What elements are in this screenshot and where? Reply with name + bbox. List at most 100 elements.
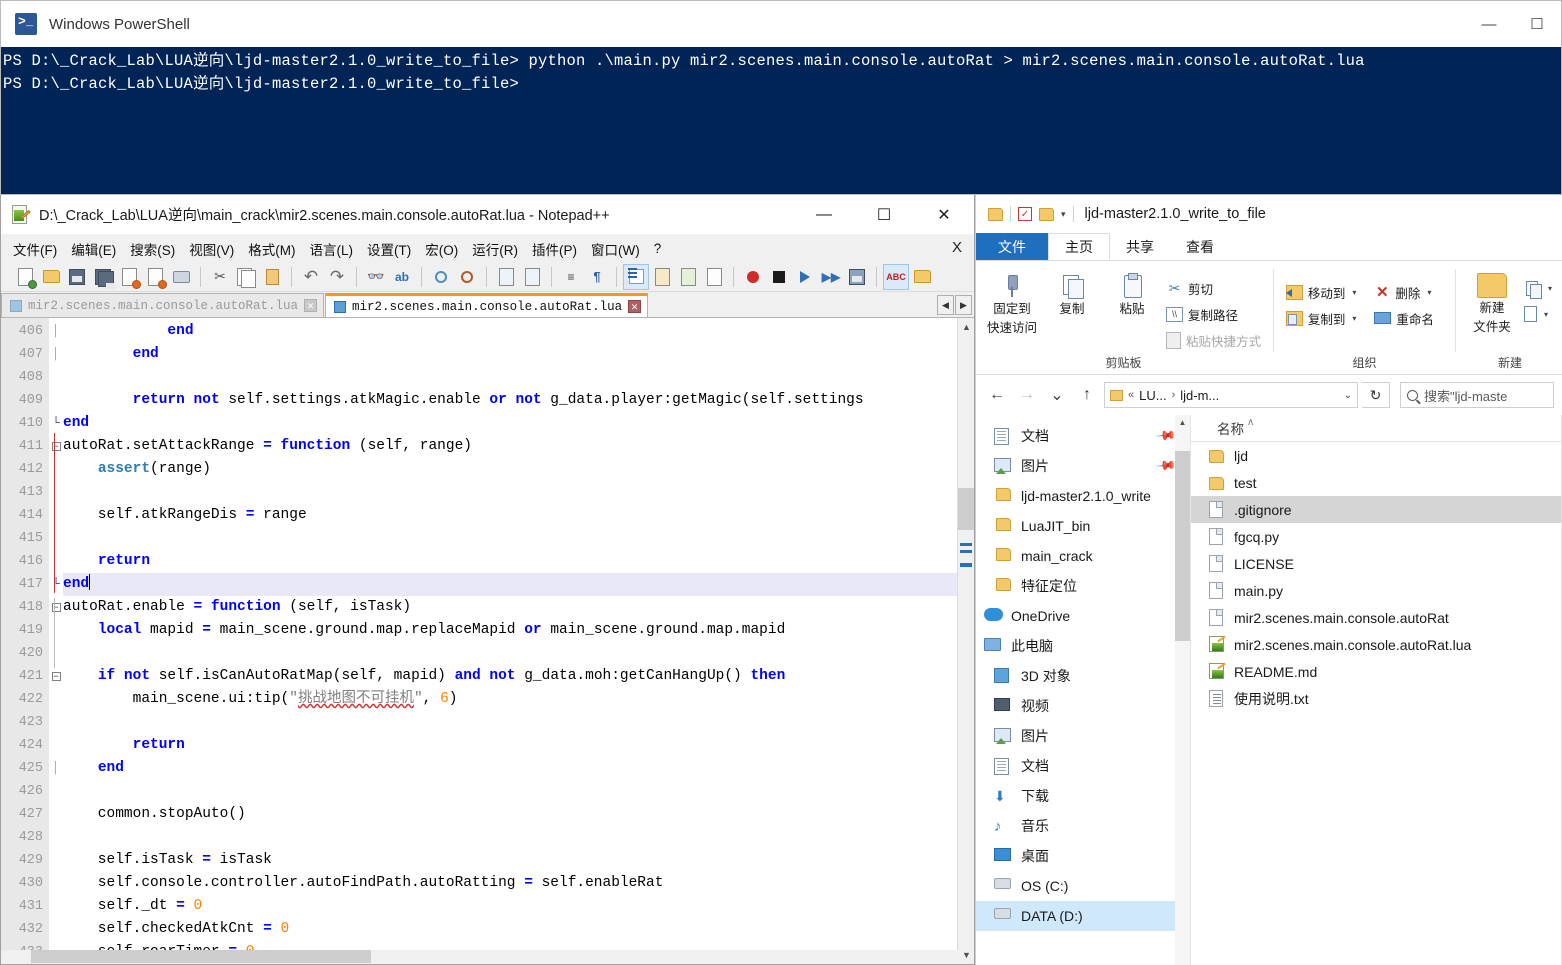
minimize-button[interactable]: — [1465, 1, 1513, 47]
ribbon-tab-0[interactable]: 文件 [976, 233, 1048, 260]
code-line[interactable] [63, 780, 974, 803]
file-row[interactable]: 使用说明.txt [1191, 685, 1562, 712]
recent-locations-button[interactable]: ⌄ [1044, 382, 1070, 408]
menu-item-3[interactable]: 视图(V) [182, 236, 241, 262]
sync-vertical-icon[interactable] [494, 265, 518, 289]
code-line[interactable]: self.isTask = isTask [63, 849, 974, 872]
nav-item-5[interactable]: 特征定位 [976, 571, 1190, 601]
menu-item-0[interactable]: 文件(F) [6, 236, 64, 262]
nav-item-8[interactable]: 3D 对象 [976, 661, 1190, 691]
copy-icon[interactable] [234, 265, 258, 289]
chevron-down-icon[interactable]: ▾ [1352, 314, 1356, 323]
nav-item-12[interactable]: ⬇ 下载 [976, 781, 1190, 811]
nav-item-14[interactable]: 桌面 [976, 841, 1190, 871]
copy-to-button[interactable]: 复制到 ▾ [1282, 305, 1361, 331]
record-macro-icon[interactable] [741, 265, 765, 289]
save-icon[interactable] [65, 265, 89, 289]
code-line[interactable]: end [63, 343, 974, 366]
maximize-button[interactable]: ☐ [1513, 1, 1561, 47]
refresh-button[interactable]: ↻ [1362, 382, 1390, 408]
pin-to-quick-access-button[interactable]: 固定到 快速访问 [982, 269, 1042, 336]
nav-item-16[interactable]: DATA (D:) [976, 901, 1190, 931]
fold-line-marker[interactable]: │ [49, 757, 63, 780]
new-item-button[interactable]: ▾ [1520, 275, 1556, 301]
code-editor[interactable]: 406 407 408 409 410 411 412 413 414 415 416 417 418 4… [1, 318, 974, 963]
code-line[interactable]: self._dt = 0 [63, 895, 974, 918]
nav-item-3[interactable]: LuaJIT_bin [976, 511, 1190, 541]
file-list-header[interactable]: 名称 ∧ [1191, 415, 1562, 442]
code-line[interactable] [63, 711, 974, 734]
code-line[interactable]: autoRat.enable = function (self, isTask) [63, 596, 974, 619]
open-file-icon[interactable] [39, 265, 63, 289]
chevron-down-icon[interactable]: ▾ [1427, 288, 1431, 297]
replace-icon[interactable]: ab [390, 265, 414, 289]
code-line[interactable]: local mapid = main_scene.ground.map.repl… [63, 619, 974, 642]
vertical-scroll-thumb[interactable] [958, 488, 974, 530]
tab-scroll-right[interactable]: ▶ [955, 295, 972, 315]
sync-horizontal-icon[interactable] [520, 265, 544, 289]
find-icon[interactable]: 👓 [364, 265, 388, 289]
tab-scroll-left[interactable]: ◀ [937, 295, 954, 315]
editor-tab-1[interactable]: mir2.scenes.main.console.autoRat.lua ✕ [325, 293, 649, 317]
file-row[interactable]: main.py [1191, 577, 1562, 604]
menu-item-10[interactable]: 窗口(W) [584, 236, 647, 262]
chevron-down-icon[interactable]: ⌄ [1344, 390, 1352, 401]
nav-item-4[interactable]: main_crack [976, 541, 1190, 571]
breadcrumb-item-0[interactable]: LU... [1139, 388, 1166, 403]
code-line[interactable]: self.atkRangeDis = range [63, 504, 974, 527]
breadcrumb[interactable]: « LU... › ljd-m... ⌄ [1104, 382, 1358, 408]
function-list-icon[interactable] [702, 265, 726, 289]
file-row[interactable]: .gitignore [1191, 496, 1562, 523]
rename-button[interactable]: 重命名 [1370, 305, 1438, 331]
close-document-button[interactable]: X [952, 239, 962, 256]
file-list-pane[interactable]: 名称 ∧ ljd test .gitignore fgcq.py LICENSE main… [1191, 415, 1562, 965]
zoom-in-icon[interactable] [429, 265, 453, 289]
up-button[interactable]: ↑ [1074, 382, 1100, 408]
redo-icon[interactable]: ↷ [325, 265, 349, 289]
code-line[interactable] [63, 481, 974, 504]
nav-item-10[interactable]: 图片 [976, 721, 1190, 751]
word-wrap-icon[interactable]: ≡ [559, 265, 583, 289]
nav-item-11[interactable]: 文档 [976, 751, 1190, 781]
editor-vertical-scrollbar[interactable]: ▲ ▼ [957, 318, 974, 963]
menu-item-2[interactable]: 搜索(S) [123, 236, 182, 262]
code-line[interactable]: self.console.controller.autoFindPath.aut… [63, 872, 974, 895]
editor-horizontal-scrollbar[interactable] [1, 950, 959, 963]
minimize-button[interactable]: — [794, 195, 854, 235]
menu-item-1[interactable]: 编辑(E) [64, 236, 123, 262]
playback-macro-icon[interactable] [793, 265, 817, 289]
code-line[interactable] [63, 826, 974, 849]
scroll-down-arrow[interactable]: ▼ [958, 946, 974, 963]
nav-item-1[interactable]: 图片 📌 [976, 451, 1190, 481]
nav-item-2[interactable]: ljd-master2.1.0_write [976, 481, 1190, 511]
pin-icon[interactable]: 📌 [1155, 425, 1177, 448]
file-row[interactable]: LICENSE [1191, 550, 1562, 577]
column-header-name[interactable]: 名称 [1217, 418, 1244, 438]
close-button[interactable]: ✕ [914, 195, 974, 235]
new-folder-icon[interactable] [1039, 207, 1054, 221]
forward-button[interactable]: → [1014, 382, 1040, 408]
save-macro-icon[interactable] [845, 265, 869, 289]
chevron-down-icon[interactable]: ▾ [1544, 310, 1548, 319]
file-row[interactable]: README.md [1191, 658, 1562, 685]
menu-item-9[interactable]: 插件(P) [525, 236, 584, 262]
code-line[interactable]: autoRat.setAttackRange = function (self,… [63, 435, 974, 458]
paste-shortcut-button[interactable]: 粘贴快捷方式 [1162, 327, 1265, 353]
horizontal-scroll-thumb[interactable] [31, 950, 371, 963]
fold-end-marker[interactable]: └ [49, 412, 63, 435]
editor-tab-0[interactable]: mir2.scenes.main.console.autoRat.lua ✕ [1, 293, 325, 317]
paste-icon[interactable] [260, 265, 284, 289]
undo-icon[interactable]: ↶ [299, 265, 323, 289]
nav-vertical-scrollbar[interactable]: ▲ [1175, 415, 1190, 965]
print-icon[interactable] [169, 265, 193, 289]
code-line[interactable]: end [63, 412, 974, 435]
scroll-up-arrow[interactable]: ▲ [958, 318, 974, 335]
folder-as-workspace-icon[interactable] [910, 265, 934, 289]
paste-button[interactable]: 粘贴 [1102, 269, 1162, 318]
fold-line-marker[interactable]: │ [49, 320, 63, 343]
code-line[interactable]: main_scene.ui:tip("挑战地图不可挂机", 6) [63, 688, 974, 711]
chevron-down-icon[interactable]: ▾ [1548, 284, 1552, 293]
maximize-button[interactable]: ☐ [854, 195, 914, 235]
ribbon-tab-1[interactable]: 主页 [1048, 233, 1110, 260]
close-all-icon[interactable] [143, 265, 167, 289]
